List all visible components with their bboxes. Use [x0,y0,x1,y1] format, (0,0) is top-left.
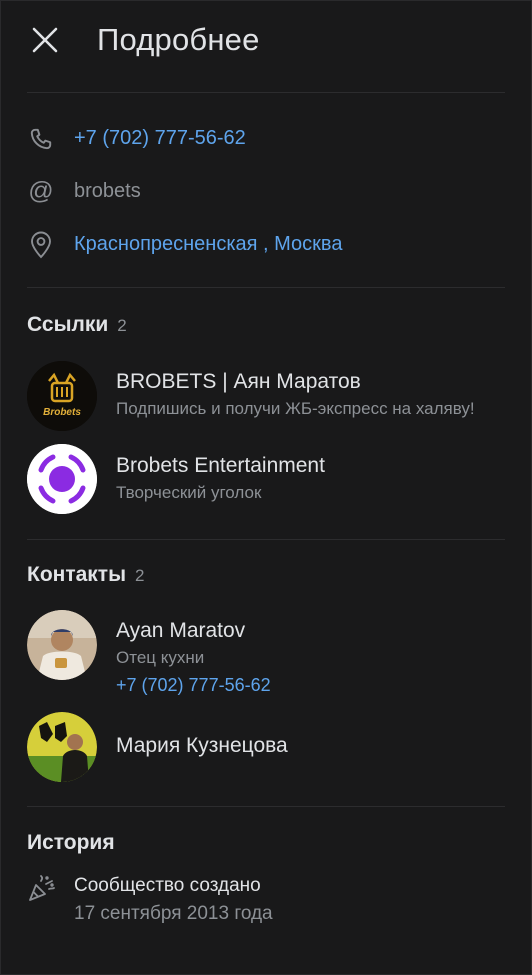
contact-avatar-photo [27,610,97,680]
screen-name: brobets [74,180,141,202]
at-icon: @ [28,177,54,205]
address-link[interactable]: Краснопресненская , Москва [74,233,342,256]
close-icon [32,27,58,53]
avatar-logo-text: Brobets [43,407,81,418]
links-section-title: Ссылки 2 [1,313,531,337]
page-title: Подробнее [97,22,260,57]
link-subtitle: Подпишись и получи ЖБ-экспресс на халяву… [116,399,475,418]
address-row[interactable]: Краснопресненская , Москва [1,218,531,271]
phone-icon [27,125,55,153]
history-section-title: История [1,831,531,855]
history-title: История [27,831,115,854]
contact-phone-link[interactable]: +7 (702) 777-56-62 [116,671,271,699]
contacts-section-title: Контакты 2 [1,563,531,587]
contact-name: Ayan Maratov [116,619,246,642]
link-item[interactable]: Brobets BROBETS | Аян Маратов Подпишись … [1,361,531,431]
close-button[interactable] [29,24,61,56]
contact-role: Отец кухни [116,648,205,667]
header: Подробнее [1,1,531,79]
link-item-text: BROBETS | Аян Маратов Подпишись и получи… [116,361,476,431]
divider [27,539,505,540]
details-screen: Подробнее +7 (702) 777-56-62 @ brobets К [0,0,532,975]
link-item-text: Brobets Entertainment Творческий уголок [116,444,325,514]
phone-link[interactable]: +7 (702) 777-56-62 [74,127,246,150]
brobets-entertainment-avatar [27,444,97,514]
contact-item-text: Мария Кузнецова [116,712,288,782]
divider [27,92,505,93]
contact-item[interactable]: Ayan Maratov Отец кухни +7 (702) 777-56-… [1,610,531,699]
contacts-count: 2 [135,566,145,585]
link-subtitle: Творческий уголок [116,483,262,502]
links-count: 2 [117,316,127,335]
contact-avatar-photo [27,712,97,782]
links-title: Ссылки [27,313,109,336]
history-date: 17 сентября 2013 года [74,903,273,924]
party-popper-icon [27,875,55,903]
link-item[interactable]: Brobets Entertainment Творческий уголок [1,444,531,514]
location-pin-icon [27,231,55,259]
contact-name: Мария Кузнецова [116,734,288,757]
link-title: Brobets Entertainment [116,454,325,477]
contacts-title: Контакты [27,563,127,586]
screen-name-row: @ brobets [1,165,531,218]
history-item: Сообщество создано 17 сентября 2013 года [1,872,531,928]
history-event: Сообщество создано [74,875,261,896]
brobets-logo-avatar: Brobets [27,361,97,431]
link-title: BROBETS | Аян Маратов [116,370,361,393]
divider [27,806,505,807]
contact-item[interactable]: Мария Кузнецова [1,712,531,782]
phone-row[interactable]: +7 (702) 777-56-62 [1,112,531,165]
divider [27,287,505,288]
contact-item-text: Ayan Maratov Отец кухни +7 (702) 777-56-… [116,610,271,699]
